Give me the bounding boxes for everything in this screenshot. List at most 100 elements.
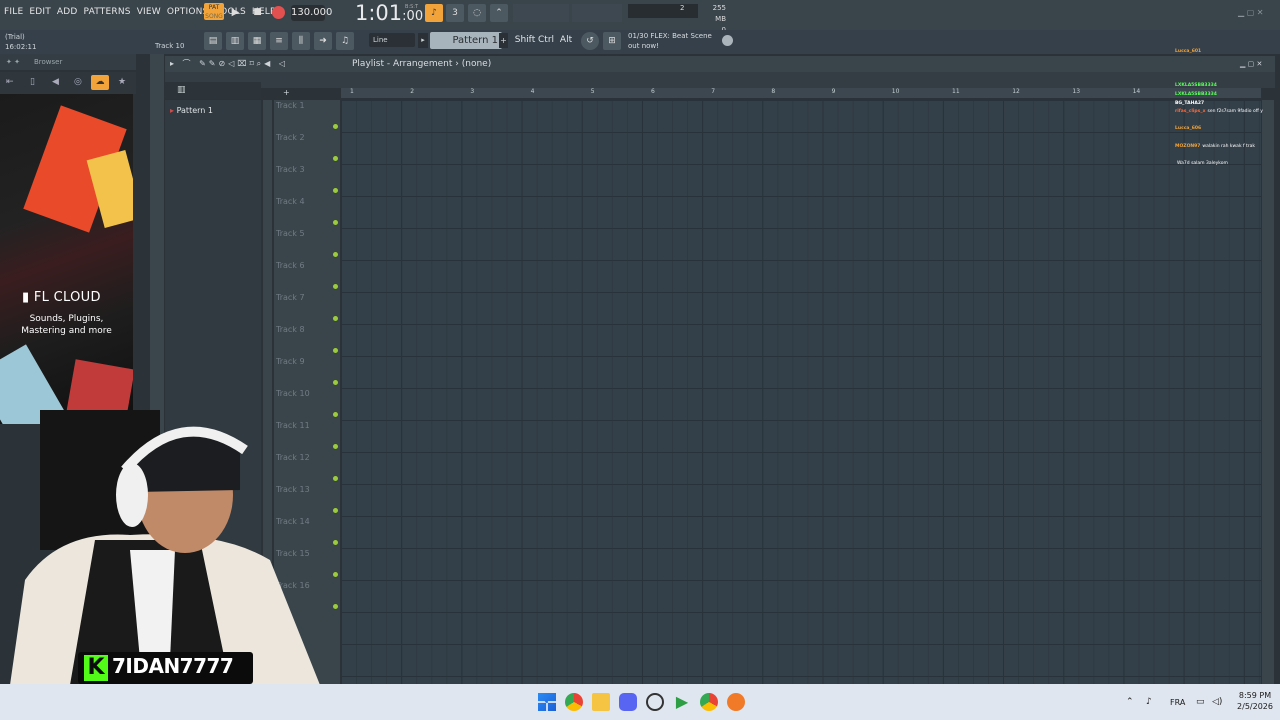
obs-icon[interactable] (646, 693, 664, 711)
metronome-icon[interactable]: ♪ (425, 4, 443, 22)
collapse-icon[interactable]: ⇤ (6, 77, 14, 87)
news-panel[interactable]: 01/30 FLEX: Beat Scene out now! (628, 31, 728, 51)
fl-studio-icon[interactable] (727, 693, 745, 711)
files-icon[interactable]: ▯ (30, 77, 35, 87)
network-icon[interactable]: ▭ (1196, 697, 1205, 707)
undo-history-icon[interactable]: ↺ (581, 32, 599, 50)
menu-patterns[interactable]: PATTERNS (84, 7, 131, 17)
wait-input-icon[interactable]: ◌ (468, 4, 486, 22)
timeline-bar-number: 10 (891, 88, 900, 95)
track-mute-led[interactable] (333, 348, 338, 353)
mixer-icon[interactable]: ⫼ (292, 32, 310, 50)
pattern-list-item[interactable]: ▸ Pattern 1 (170, 106, 213, 115)
master-volume-slider[interactable] (513, 4, 569, 22)
browser-pin-icon[interactable]: ✦ ✦ (6, 58, 20, 66)
track-mute-led[interactable] (333, 156, 338, 161)
track-mute-led[interactable] (333, 252, 338, 257)
record-button[interactable] (272, 6, 285, 19)
chat-message (1175, 117, 1280, 126)
chat-username: Lucca_606 (1175, 126, 1202, 132)
pattern-prev-icon[interactable]: ▸ (418, 33, 428, 48)
pat-label: PAT (208, 4, 220, 11)
playlist-icon[interactable]: ▤ (204, 32, 222, 50)
track-name[interactable]: Track 8 (276, 325, 305, 334)
track-name[interactable]: Track 6 (276, 261, 305, 270)
refresh-icon[interactable]: ◎ (74, 77, 82, 87)
chrome-icon[interactable] (565, 693, 583, 711)
language-indicator[interactable]: FRA (1170, 698, 1185, 707)
system-clock[interactable]: 8:59 PM 2/5/2026 (1230, 690, 1280, 712)
chrome-profile-icon[interactable] (700, 693, 718, 711)
shop-icon[interactable]: ⊞ (603, 32, 621, 50)
back-icon[interactable]: ◀ (52, 77, 59, 87)
menu-edit[interactable]: EDIT (29, 7, 51, 17)
track-name[interactable]: Track 5 (276, 229, 305, 238)
track-name[interactable]: Track 3 (276, 165, 305, 174)
track-mute-led[interactable] (333, 220, 338, 225)
cloud-icon[interactable]: ☁ (91, 75, 109, 90)
track-mute-led[interactable] (333, 124, 338, 129)
track-name[interactable]: Track 9 (276, 357, 305, 366)
fl-cloud-ad[interactable]: ▮ FL CLOUD Sounds, Plugins, Mastering an… (0, 94, 133, 424)
tempo-display[interactable]: 130.000 (291, 5, 332, 21)
master-pitch-slider[interactable] (572, 4, 622, 22)
track-name[interactable]: Track 4 (276, 197, 305, 206)
arrangement-grid[interactable] (341, 100, 1261, 684)
chat-message (1175, 65, 1280, 74)
menu-options[interactable]: OPTIONS (167, 7, 209, 17)
plugin-picker-icon[interactable]: ➜ (314, 32, 332, 50)
snap-select[interactable]: Line (369, 33, 415, 47)
track-name[interactable]: Track 2 (276, 133, 305, 142)
channel-rack-icon[interactable]: ▦ (248, 32, 266, 50)
track-name[interactable]: Track 1 (276, 101, 305, 110)
kick-logo-icon: K (84, 655, 108, 681)
clock-date: 2/5/2026 (1237, 702, 1273, 711)
track-mute-led[interactable] (333, 188, 338, 193)
microphone-tray-icon[interactable]: ♪ (1146, 697, 1152, 707)
add-pattern-icon[interactable]: + (499, 33, 508, 48)
window-controls[interactable]: ▁ ▢ ✕ (1238, 8, 1264, 17)
chat-message: Lucca_606 (1175, 125, 1280, 134)
volume-icon[interactable]: ◁) (1212, 697, 1222, 707)
trial-label: (Trial) (5, 33, 25, 41)
ad-line-2: Mastering and more (21, 326, 112, 336)
news-settings-icon[interactable] (722, 35, 733, 46)
playlist-tools[interactable]: ▸ ⌒ ✎✎⊘◁⌧⌑⌕◀ ◁ (170, 58, 288, 69)
discord-icon[interactable] (619, 693, 637, 711)
timeline-bar-number: 12 (1012, 88, 1020, 95)
ctrl-key[interactable]: Ctrl (538, 32, 554, 49)
menu-file[interactable]: FILE (4, 7, 23, 17)
streamer-handle: 7IDAN7777 (112, 654, 234, 678)
play-button[interactable]: ▶ (228, 5, 243, 20)
pattern-selector[interactable]: Pattern 1 (430, 32, 502, 49)
playlist-vertical-scrollbar[interactable] (1262, 100, 1274, 684)
track-name[interactable]: Track 7 (276, 293, 305, 302)
track-mute-led[interactable] (333, 380, 338, 385)
browser-toolbar: ⇤ ▯ ◀ ◎ ☁ ★ (0, 72, 136, 94)
microphone-icon[interactable]: ♫ (336, 32, 354, 50)
track-name[interactable]: Track 10 (276, 389, 310, 398)
browser-toggle-icon[interactable]: ≡ (270, 32, 288, 50)
tray-chevron-icon[interactable]: ⌃ (1126, 697, 1134, 707)
shift-key[interactable]: Shift (514, 32, 536, 49)
track-mute-led[interactable] (333, 316, 338, 321)
menu-add[interactable]: ADD (57, 7, 78, 17)
alt-key[interactable]: Alt (558, 32, 574, 49)
pat-song-toggle[interactable]: PAT SONG (204, 3, 224, 20)
countdown-icon[interactable]: 3 (446, 4, 464, 22)
add-track-icon[interactable]: + (283, 88, 290, 97)
picker-icon[interactable]: ▥ (177, 85, 186, 95)
play-app-icon[interactable]: ▶ (673, 693, 691, 711)
windows-taskbar (0, 684, 1280, 720)
arrangement-select[interactable]: (none) (462, 59, 491, 69)
loop-record-icon[interactable]: ⌃ (490, 4, 508, 22)
track-mute-led[interactable] (333, 284, 338, 289)
menu-view[interactable]: VIEW (137, 7, 161, 17)
chat-message: Wa7d salam 3aleykom (1175, 160, 1280, 169)
file-explorer-icon[interactable] (592, 693, 610, 711)
timeline-ruler[interactable]: 1 2 3 4 5 6 7 8 9 10 11 12 13 14 (341, 88, 1261, 98)
chat-message: LXKLA5SBB3334 (1175, 82, 1280, 91)
piano-roll-icon[interactable]: ▥ (226, 32, 244, 50)
star-icon[interactable]: ★ (118, 77, 126, 87)
stop-button[interactable]: ■ (250, 5, 265, 20)
